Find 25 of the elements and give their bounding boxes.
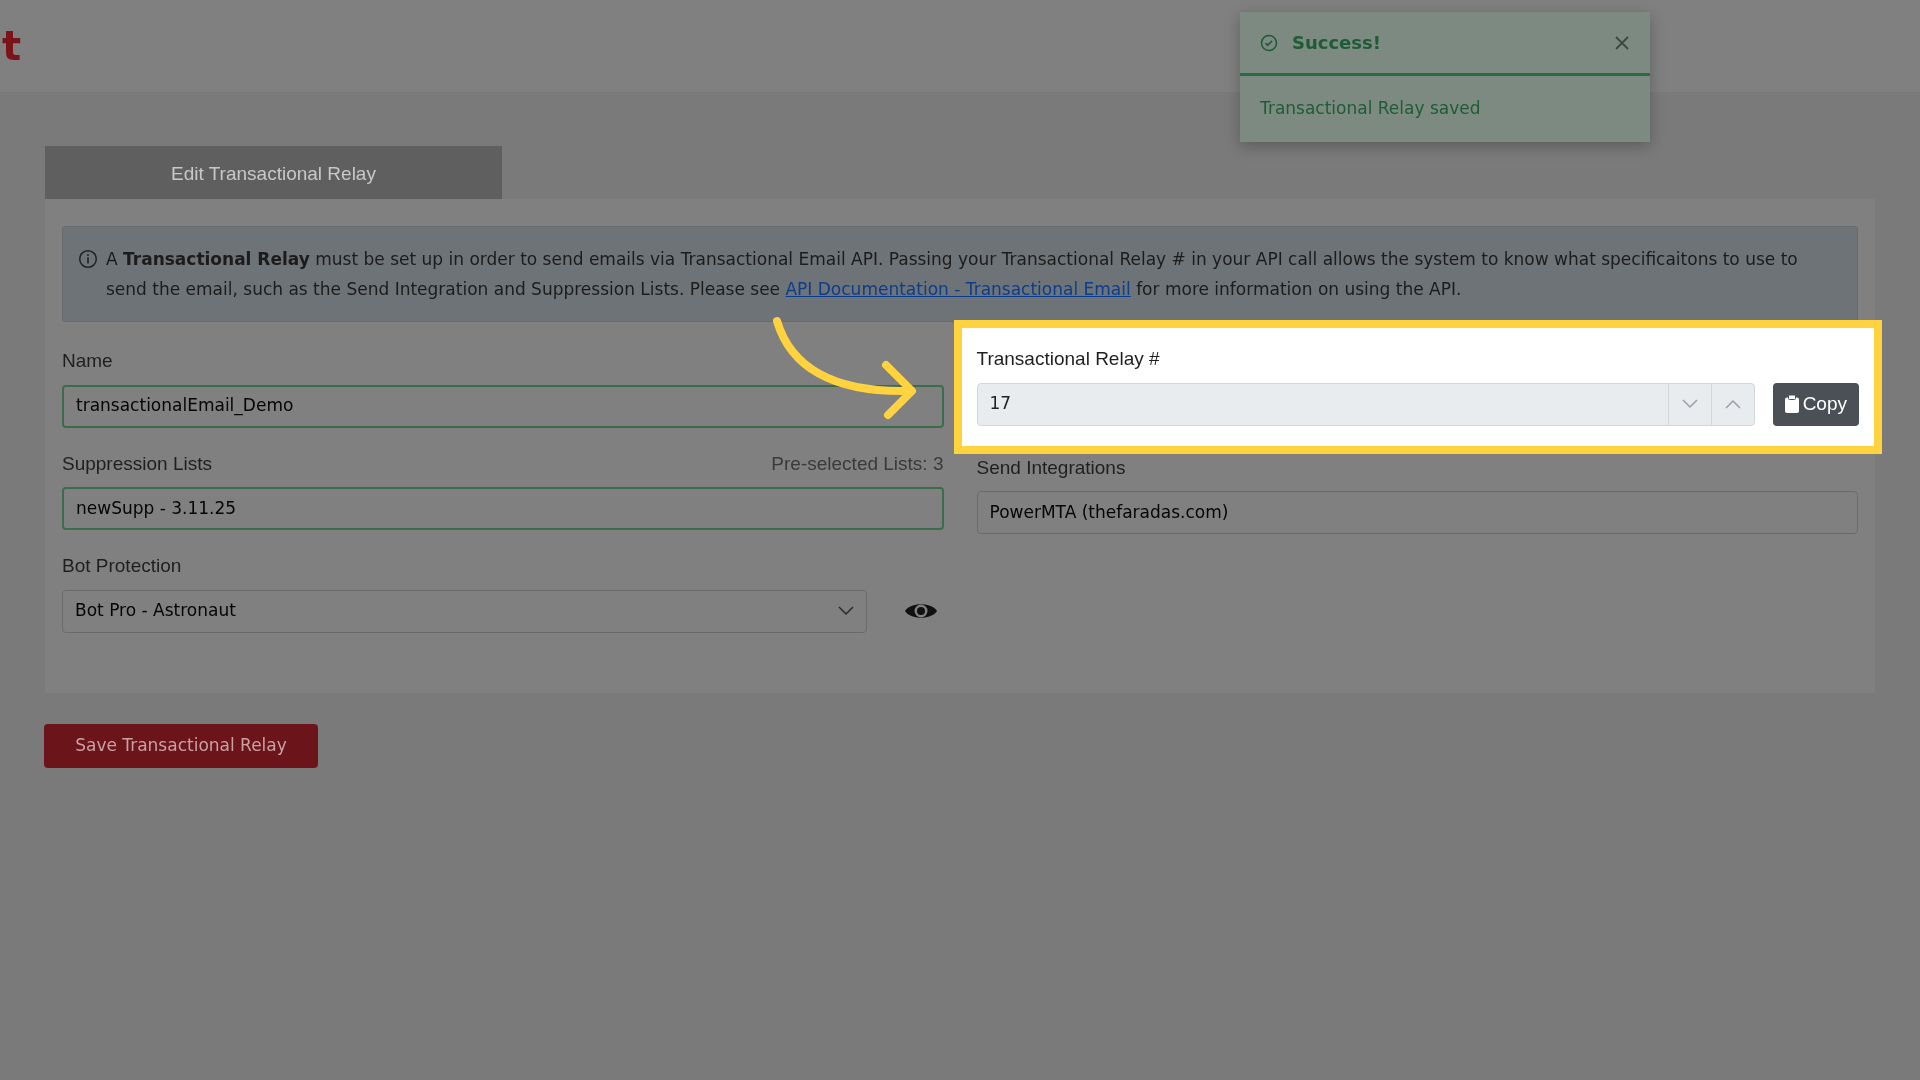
chevron-up-icon (1724, 399, 1741, 409)
save-button[interactable]: Save Transactional Relay (44, 723, 318, 768)
send-integrations-field[interactable]: PowerMTA (thefaradas.com) (976, 491, 1858, 534)
bot-protection-select[interactable]: Bot Pro - Astronaut (62, 589, 867, 633)
check-circle-icon (1260, 33, 1278, 52)
field-label: Bot Protection (62, 554, 182, 578)
suppression-field[interactable]: newSupp - 3.11.25 (62, 487, 944, 530)
info-icon (78, 249, 98, 269)
clipboard-icon (1784, 395, 1799, 413)
toast-message: Transactional Relay saved (1259, 97, 1482, 120)
chevron-down-icon (1681, 399, 1698, 409)
toast-title: Success! (1292, 31, 1381, 55)
copy-button[interactable]: Copy (1772, 382, 1859, 426)
tab[interactable]: Edit Transactional Relay (45, 146, 502, 199)
field-label: Send Integrations (976, 455, 1126, 480)
name-field[interactable]: transactionalEmail_Demo (62, 384, 944, 428)
logo: t (2, 26, 22, 66)
alert-text: A Transactional Relay must be set up in order to send emails via Transactional Email API. Passing your Transactional Relay # in your API call allows the system to know what specificaitons to use to send the email, such as the Send Integration and Suppression Lists. Please see API Documentation - Transactional Email for more information on using the API. (106, 248, 1799, 301)
close-button[interactable] (1614, 34, 1630, 51)
field-label: Suppression Lists (62, 451, 212, 476)
field-label: Name (62, 349, 113, 373)
chevron-down-icon (838, 606, 854, 616)
number-field[interactable]: 17 (976, 382, 1755, 426)
field-label: Transactional Relay # (976, 348, 1160, 369)
list-count: Pre-selected Lists: 3 (771, 451, 944, 476)
